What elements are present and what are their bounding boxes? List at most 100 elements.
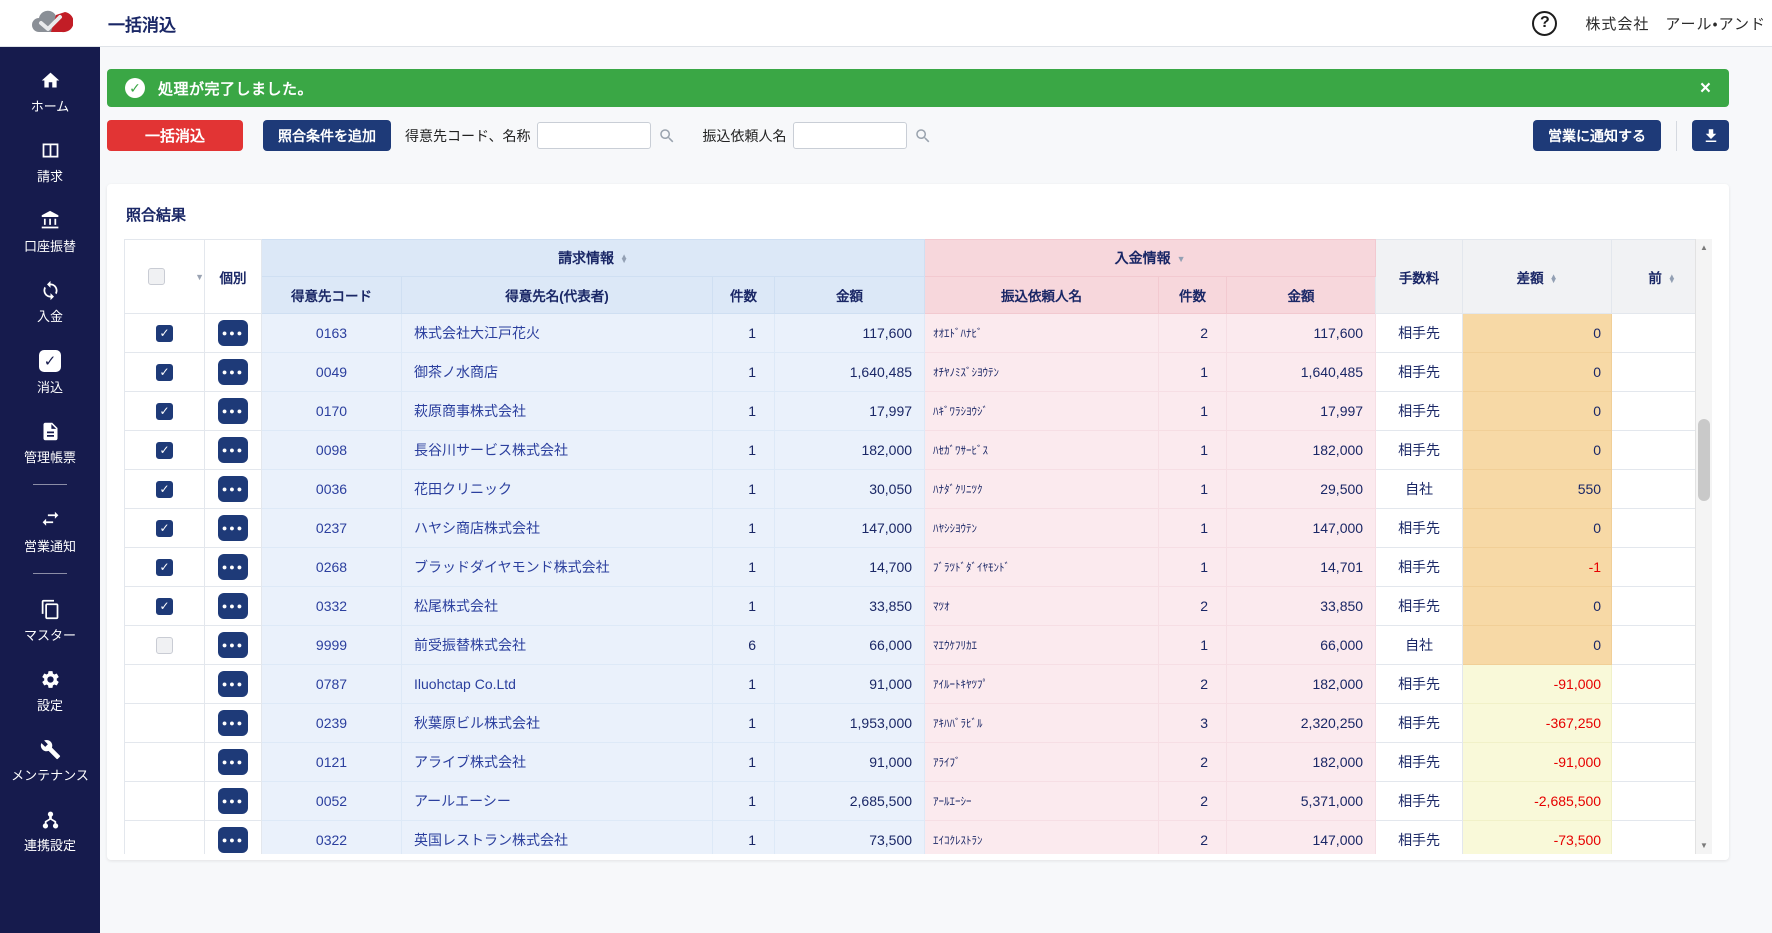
row-checkbox[interactable]: ✓	[156, 481, 173, 498]
customer-name-link[interactable]: 株式会社大江戸花火	[402, 314, 713, 353]
customer-name-link[interactable]: 花田クリニック	[402, 470, 713, 509]
row-actions-button[interactable]: ●●●	[218, 671, 248, 697]
sidebar-item-clearing[interactable]: ✓ 消込	[0, 343, 100, 403]
row-actions-button[interactable]: ●●●	[218, 827, 248, 853]
scroll-down-icon[interactable]: ▼	[1696, 837, 1712, 854]
sidebar-item-settings[interactable]: 設定	[0, 662, 100, 721]
row-actions-button[interactable]: ●●●	[218, 320, 248, 346]
customer-name-link[interactable]: アールエーシー	[402, 782, 713, 821]
sort-icon[interactable]: ▲▼	[620, 255, 628, 264]
customer-code-link[interactable]: 0121	[262, 743, 402, 782]
customer-name-link[interactable]: ハヤシ商店株式会社	[402, 509, 713, 548]
customer-code-link[interactable]: 0322	[262, 821, 402, 855]
success-message: 処理が完了しました。	[158, 78, 313, 99]
customer-code-link[interactable]: 0268	[262, 548, 402, 587]
sidebar-item-home[interactable]: ホーム	[0, 63, 100, 122]
customer-name-link[interactable]: アライブ株式会社	[402, 743, 713, 782]
customer-code-link[interactable]: 0239	[262, 704, 402, 743]
row-checkbox[interactable]: ✓	[156, 598, 173, 615]
customer-code-link[interactable]: 0787	[262, 665, 402, 704]
customer-code-link[interactable]: 0332	[262, 587, 402, 626]
invoice-amount-cell: 117,600	[775, 314, 925, 353]
customer-name-link[interactable]: 英国レストラン株式会社	[402, 821, 713, 855]
sidebar-item-reports[interactable]: 管理帳票	[0, 414, 100, 473]
customer-name-link[interactable]: 萩原商事株式会社	[402, 392, 713, 431]
row-actions-button[interactable]: ●●●	[218, 710, 248, 736]
payer-search-input[interactable]	[793, 122, 907, 149]
scroll-up-icon[interactable]: ▲	[1696, 239, 1712, 256]
table-row: ✓ ●●● 0098 長谷川サービス株式会社 1 182,000 ﾊｾｶﾞﾜｻｰ…	[125, 431, 1713, 470]
row-actions-button[interactable]: ●●●	[218, 398, 248, 424]
row-individual-cell: ●●●	[205, 821, 262, 855]
sidebar-item-sales-notify[interactable]: 営業通知	[0, 503, 100, 562]
row-actions-button[interactable]: ●●●	[218, 515, 248, 541]
row-checkbox[interactable]: ✓	[156, 325, 173, 342]
customer-name-link[interactable]: 御茶ノ水商店	[402, 353, 713, 392]
banner-close-icon[interactable]: ×	[1700, 79, 1711, 98]
help-icon[interactable]: ?	[1532, 11, 1557, 36]
customer-code-link[interactable]: 0098	[262, 431, 402, 470]
row-checkbox[interactable]: ✓	[156, 442, 173, 459]
payer-search-icon[interactable]	[914, 127, 932, 145]
customer-code-link[interactable]: 0052	[262, 782, 402, 821]
row-checkbox[interactable]: ✓	[156, 364, 173, 381]
customer-search-icon[interactable]	[658, 127, 676, 145]
customer-code-link[interactable]: 0036	[262, 470, 402, 509]
select-menu-caret-icon[interactable]: ▼	[195, 272, 204, 282]
customer-name-link[interactable]: 松尾株式会社	[402, 587, 713, 626]
customer-name-link[interactable]: 秋葉原ビル株式会社	[402, 704, 713, 743]
bulk-clear-button[interactable]: 一括消込	[107, 120, 243, 151]
sidebar-item-master[interactable]: マスター	[0, 592, 100, 651]
customer-code-link[interactable]: 9999	[262, 626, 402, 665]
difference-cell: 0	[1463, 626, 1612, 665]
row-actions-button[interactable]: ●●●	[218, 476, 248, 502]
sort-icon[interactable]: ▲▼	[1550, 275, 1558, 284]
row-checkbox[interactable]: ✓	[156, 403, 173, 420]
row-checkbox[interactable]: ✓	[156, 559, 173, 576]
customer-name-link[interactable]: Iluohctap Co.Ltd	[402, 665, 713, 704]
difference-cell: 550	[1463, 470, 1612, 509]
customer-name-link[interactable]: ブラッドダイヤモンド株式会社	[402, 548, 713, 587]
results-table: ▼ 個別 請求情報▲▼ 入金情報▼ 手数料 差額▲▼	[124, 239, 1712, 854]
add-matching-condition-button[interactable]: 照合条件を追加	[263, 120, 391, 151]
row-actions-button[interactable]: ●●●	[218, 359, 248, 385]
row-actions-button[interactable]: ●●●	[218, 749, 248, 775]
row-individual-cell: ●●●	[205, 470, 262, 509]
row-checkbox[interactable]	[156, 637, 173, 654]
table-vertical-scrollbar[interactable]: ▲ ▼	[1695, 239, 1712, 854]
sales-notify-icon	[40, 510, 61, 531]
invoice-count-cell: 1	[713, 704, 775, 743]
customer-code-link[interactable]: 0163	[262, 314, 402, 353]
main-content: ✓ 処理が完了しました。 × 一括消込 照合条件を追加 得意先コード、名称 振込…	[100, 47, 1772, 933]
row-actions-button[interactable]: ●●●	[218, 593, 248, 619]
payment-group-header[interactable]: 入金情報▼	[925, 240, 1376, 277]
customer-code-link[interactable]: 0237	[262, 509, 402, 548]
customer-name-link[interactable]: 前受振替株式会社	[402, 626, 713, 665]
row-actions-button[interactable]: ●●●	[218, 554, 248, 580]
sort-icon[interactable]: ▼	[1177, 257, 1186, 262]
sidebar-item-maintenance[interactable]: メンテナンス	[0, 732, 100, 791]
scrollbar-thumb[interactable]	[1698, 419, 1710, 501]
customer-search-input[interactable]	[537, 122, 651, 149]
customer-code-link[interactable]: 0049	[262, 353, 402, 392]
row-actions-button[interactable]: ●●●	[218, 437, 248, 463]
payer-name-cell: ﾊﾔｼｼﾖｳﾃﾝ	[925, 509, 1159, 548]
payer-name-cell: ｱｰﾙｴｰｼｰ	[925, 782, 1159, 821]
customer-name-link[interactable]: 長谷川サービス株式会社	[402, 431, 713, 470]
customer-code-link[interactable]: 0170	[262, 392, 402, 431]
select-all-checkbox[interactable]	[148, 268, 165, 285]
download-button[interactable]	[1692, 120, 1729, 151]
sidebar-item-invoice[interactable]: 請求	[0, 133, 100, 192]
notify-sales-button[interactable]: 営業に通知する	[1533, 120, 1661, 151]
sidebar-item-integration[interactable]: 連携設定	[0, 802, 100, 861]
difference-header[interactable]: 差額▲▼	[1463, 240, 1612, 314]
row-checkbox[interactable]: ✓	[156, 520, 173, 537]
sidebar-item-deposit[interactable]: 入金	[0, 273, 100, 332]
row-actions-button[interactable]: ●●●	[218, 632, 248, 658]
invoice-count-cell: 6	[713, 626, 775, 665]
sidebar-item-account-transfer[interactable]: 口座振替	[0, 203, 100, 262]
invoice-group-header[interactable]: 請求情報▲▼	[262, 240, 925, 277]
payer-name-cell: ﾊｷﾞﾜﾗｼﾖｳｼﾞ	[925, 392, 1159, 431]
row-actions-button[interactable]: ●●●	[218, 788, 248, 814]
sort-icon[interactable]: ▲▼	[1668, 275, 1676, 284]
